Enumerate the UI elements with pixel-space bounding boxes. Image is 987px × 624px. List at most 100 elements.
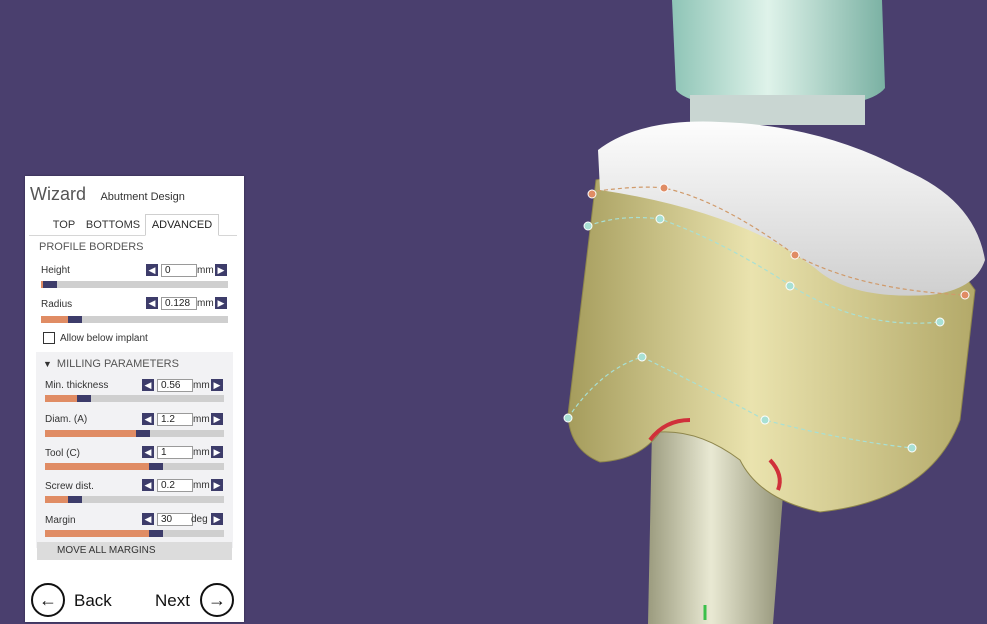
wizard-subtitle: Abutment Design: [100, 191, 185, 203]
control-point: [785, 281, 795, 291]
control-point: [760, 415, 770, 425]
next-label: Next: [155, 591, 190, 610]
tool-slider-thumb[interactable]: [148, 463, 163, 470]
arrow-left-icon: ◀: [144, 380, 152, 390]
tab-top[interactable]: TOP: [49, 215, 79, 235]
wizard-header: Wizard Abutment Design: [30, 184, 185, 205]
margin-decrease-button[interactable]: ◀: [142, 513, 154, 525]
milling-parameters-header[interactable]: ▼ MILLING PARAMETERS: [43, 358, 179, 370]
arrow-right-icon: ▶: [213, 514, 221, 524]
min-thickness-slider[interactable]: [45, 395, 224, 402]
control-point: [790, 250, 800, 260]
arrow-left-icon: ◀: [144, 480, 152, 490]
diam-slider-thumb[interactable]: [136, 430, 151, 437]
control-point: [583, 221, 593, 231]
arrow-right-icon: ▶: [213, 414, 221, 424]
move-all-margins-header[interactable]: MOVE ALL MARGINS: [37, 542, 232, 560]
arrow-right-icon: ▶: [213, 380, 221, 390]
radius-slider-fill: [41, 316, 68, 323]
diam-input[interactable]: 1.2: [157, 413, 193, 426]
allow-below-implant-checkbox[interactable]: [43, 332, 55, 344]
screw-dist-slider-fill: [45, 496, 69, 503]
arrow-left-icon: ◀: [144, 414, 152, 424]
diam-increase-button[interactable]: ▶: [211, 413, 223, 425]
arrow-left-icon: ◀: [148, 298, 156, 308]
milling-parameters-title: MILLING PARAMETERS: [56, 358, 179, 370]
move-all-margins-label: MOVE ALL MARGINS: [57, 545, 156, 556]
back-button[interactable]: ← Back: [31, 583, 115, 617]
margin-input[interactable]: 30: [157, 513, 193, 526]
height-decrease-button[interactable]: ◀: [146, 264, 158, 276]
min-thickness-slider-thumb[interactable]: [77, 395, 92, 402]
min-thickness-label: Min. thickness: [45, 380, 109, 391]
diam-slider[interactable]: [45, 430, 224, 437]
radius-decrease-button[interactable]: ◀: [146, 297, 158, 309]
control-point: [587, 189, 597, 199]
margin-increase-button[interactable]: ▶: [211, 513, 223, 525]
height-label: Height: [41, 265, 70, 276]
diam-decrease-button[interactable]: ◀: [142, 413, 154, 425]
control-point: [563, 413, 573, 423]
control-point: [907, 443, 917, 453]
screw-dist-slider[interactable]: [45, 496, 224, 503]
back-label: Back: [74, 591, 112, 610]
diam-slider-fill: [45, 430, 137, 437]
chevron-down-icon: ▼: [43, 359, 52, 369]
min-thickness-slider-fill: [45, 395, 78, 402]
tool-label: Tool (C): [45, 448, 81, 459]
control-point: [637, 352, 647, 362]
tab-bottoms[interactable]: BOTTOMS: [85, 215, 141, 235]
screw-dist-unit: mm: [193, 480, 210, 491]
next-button[interactable]: Next →: [154, 583, 238, 617]
control-point: [960, 290, 970, 300]
screw-dist-input[interactable]: 0.2: [157, 479, 193, 492]
implant-collar: [690, 95, 865, 125]
radius-increase-button[interactable]: ▶: [215, 297, 227, 309]
screw-dist-decrease-button[interactable]: ◀: [142, 479, 154, 491]
implant-top-cylinder: [672, 0, 885, 110]
margin-label: Margin: [45, 515, 76, 526]
tool-input[interactable]: 1: [157, 446, 193, 459]
tab-bar: TOP BOTTOMS ADVANCED: [29, 214, 237, 236]
radius-slider[interactable]: [41, 316, 228, 323]
back-arrow-icon: ←: [31, 583, 65, 617]
height-input[interactable]: 0: [161, 264, 197, 277]
tool-slider[interactable]: [45, 463, 224, 470]
height-slider-thumb[interactable]: [43, 281, 58, 288]
margin-slider-thumb[interactable]: [148, 530, 163, 537]
radius-slider-thumb[interactable]: [67, 316, 82, 323]
min-thickness-input[interactable]: 0.56: [157, 379, 193, 392]
wizard-panel: Wizard Abutment Design TOP BOTTOMS ADVAN…: [25, 176, 244, 622]
min-thickness-increase-button[interactable]: ▶: [211, 379, 223, 391]
arrow-right-icon: ▶: [217, 298, 225, 308]
margin-slider[interactable]: [45, 530, 224, 537]
height-unit: mm: [197, 265, 214, 276]
control-point: [659, 183, 669, 193]
height-increase-button[interactable]: ▶: [215, 264, 227, 276]
screw-dist-increase-button[interactable]: ▶: [211, 479, 223, 491]
tab-advanced[interactable]: ADVANCED: [145, 214, 219, 236]
radius-unit: mm: [197, 298, 214, 309]
tool-slider-fill: [45, 463, 149, 470]
margin-unit: deg: [191, 514, 208, 525]
tool-increase-button[interactable]: ▶: [211, 446, 223, 458]
min-thickness-unit: mm: [193, 380, 210, 391]
control-point: [935, 317, 945, 327]
radius-input[interactable]: 0.128: [161, 297, 197, 310]
arrow-right-icon: ▶: [213, 480, 221, 490]
margin-slider-fill: [45, 530, 149, 537]
control-point: [655, 214, 665, 224]
arrow-right-icon: ▶: [217, 265, 225, 275]
allow-below-implant-label: Allow below implant: [60, 333, 148, 344]
arrow-right-icon: ▶: [213, 447, 221, 457]
screw-dist-slider-thumb[interactable]: [68, 496, 83, 503]
profile-borders-title: PROFILE BORDERS: [39, 241, 144, 253]
tool-unit: mm: [193, 447, 210, 458]
min-thickness-decrease-button[interactable]: ◀: [142, 379, 154, 391]
arrow-left-icon: ◀: [144, 447, 152, 457]
screw-dist-label: Screw dist.: [45, 481, 94, 492]
tool-decrease-button[interactable]: ◀: [142, 446, 154, 458]
height-slider[interactable]: [41, 281, 228, 288]
arrow-left-icon: ◀: [148, 265, 156, 275]
diam-unit: mm: [193, 414, 210, 425]
